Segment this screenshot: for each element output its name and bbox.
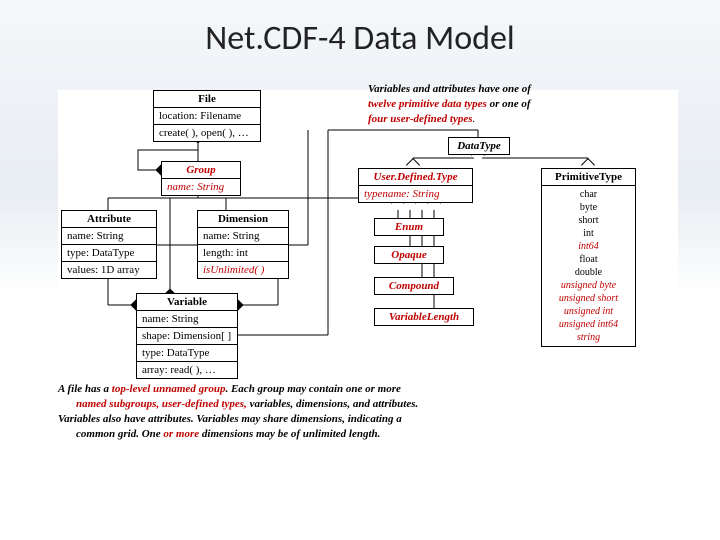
box-variable: Variable name: String shape: Dimension[ … xyxy=(136,293,238,379)
box-opaque: Opaque xyxy=(374,246,444,264)
caption-types: Variables and attributes have one of twe… xyxy=(368,82,668,127)
uml-diagram: Variables and attributes have one of twe… xyxy=(58,90,678,510)
box-header: Compound xyxy=(375,278,453,294)
type-item: int64 xyxy=(542,240,635,253)
box-datatype: DataType xyxy=(448,137,510,155)
type-item: unsigned short xyxy=(542,292,635,305)
type-item: unsigned byte xyxy=(542,279,635,292)
box-row: shape: Dimension[ ] xyxy=(137,328,237,345)
type-item: char xyxy=(542,188,635,201)
box-row: type: DataType xyxy=(62,245,156,262)
box-row: create( ), open( ), … xyxy=(154,125,260,141)
box-header: Variable xyxy=(137,294,237,311)
type-item: short xyxy=(542,214,635,227)
box-primitivetype: PrimitiveType char byte short int int64 … xyxy=(541,168,636,347)
type-item: string xyxy=(542,331,635,344)
box-attribute: Attribute name: String type: DataType va… xyxy=(61,210,157,279)
box-header: DataType xyxy=(449,138,509,154)
box-header: File xyxy=(154,91,260,108)
box-header: Opaque xyxy=(375,247,443,263)
type-item: int xyxy=(542,227,635,240)
type-item: unsigned int64 xyxy=(542,318,635,331)
box-header: User.Defined.Type xyxy=(359,169,472,186)
box-file: File location: Filename create( ), open(… xyxy=(153,90,261,142)
box-row: length: int xyxy=(198,245,288,262)
type-item: unsigned int xyxy=(542,305,635,318)
box-row: isUnlimited( ) xyxy=(198,262,288,278)
box-row: location: Filename xyxy=(154,108,260,125)
box-enum: Enum xyxy=(374,218,444,236)
page-title: Net.CDF-4 Data Model xyxy=(0,0,720,69)
box-header: Attribute xyxy=(62,211,156,228)
box-variablelength: VariableLength xyxy=(374,308,474,326)
box-header: Enum xyxy=(375,219,443,235)
box-userdefinedtype: User.Defined.Type typename: String xyxy=(358,168,473,203)
caption-bottom: A file has a top-level unnamed group. Ea… xyxy=(58,382,578,441)
box-row: array: read( ), … xyxy=(137,362,237,378)
type-item: double xyxy=(542,266,635,279)
box-row: type: DataType xyxy=(137,345,237,362)
type-item: float xyxy=(542,253,635,266)
box-row: values: 1D array xyxy=(62,262,156,278)
type-item: byte xyxy=(542,201,635,214)
box-row: name: String xyxy=(198,228,288,245)
box-header: VariableLength xyxy=(375,309,473,325)
box-row: name: String xyxy=(162,179,240,195)
box-header: Dimension xyxy=(198,211,288,228)
box-row: name: String xyxy=(137,311,237,328)
box-dimension: Dimension name: String length: int isUnl… xyxy=(197,210,289,279)
box-compound: Compound xyxy=(374,277,454,295)
box-header: PrimitiveType xyxy=(542,169,635,186)
box-row: name: String xyxy=(62,228,156,245)
box-group: Group name: String xyxy=(161,161,241,196)
box-header: Group xyxy=(162,162,240,179)
box-row: typename: String xyxy=(359,186,472,202)
